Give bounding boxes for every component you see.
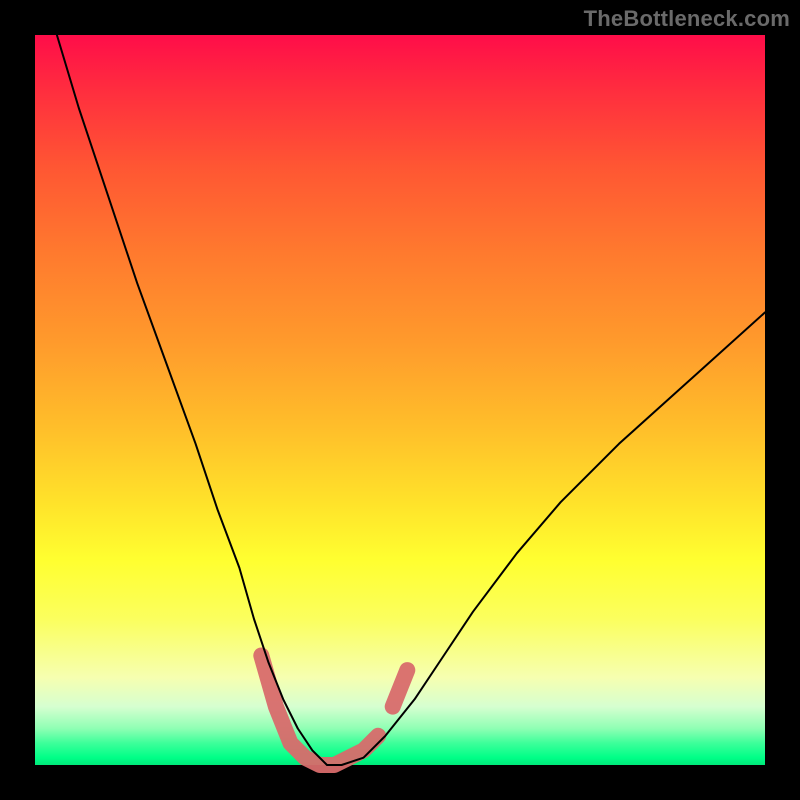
curve-svg <box>35 35 765 765</box>
highlight-segment-1 <box>393 670 408 707</box>
chart-stage: TheBottleneck.com <box>0 0 800 800</box>
bottleneck-curve <box>57 35 765 765</box>
watermark-text: TheBottleneck.com <box>584 6 790 32</box>
highlight-segment-0 <box>261 656 378 766</box>
plot-area <box>35 35 765 765</box>
